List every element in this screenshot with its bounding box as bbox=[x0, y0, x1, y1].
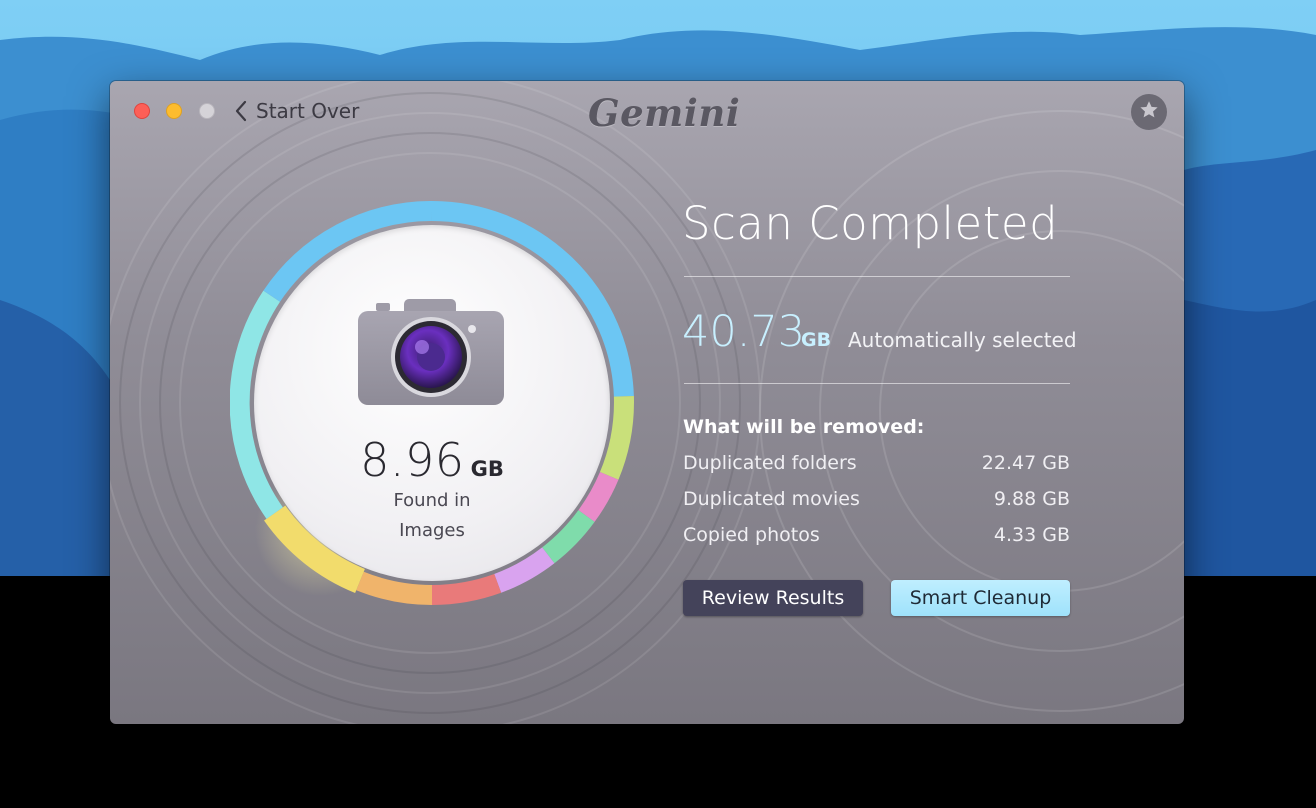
ring-segment-orange bbox=[356, 571, 433, 605]
removed-item-row: Duplicated folders 22.47 GB bbox=[683, 452, 1070, 474]
start-over-button[interactable]: Start Over bbox=[234, 97, 359, 125]
favorite-button[interactable] bbox=[1131, 94, 1167, 130]
star-icon bbox=[1138, 99, 1160, 125]
automatically-selected-label: Automatically selected bbox=[848, 328, 1077, 352]
chevron-left-icon bbox=[234, 100, 248, 122]
found-size-value: 8.96 bbox=[360, 433, 465, 487]
removed-item-row: Copied photos 4.33 GB bbox=[683, 524, 1070, 546]
total-size-unit: GB bbox=[801, 329, 832, 351]
camera-icon bbox=[356, 297, 506, 413]
removed-item-value: 22.47 GB bbox=[981, 452, 1070, 474]
close-window-button[interactable] bbox=[134, 103, 150, 119]
scan-completed-title: Scan Completed bbox=[682, 197, 1059, 250]
divider bbox=[684, 383, 1070, 384]
ring-segment-red bbox=[431, 573, 502, 605]
minimize-window-button[interactable] bbox=[166, 103, 182, 119]
found-in-label: Found in bbox=[393, 490, 471, 511]
removed-item-row: Duplicated movies 9.88 GB bbox=[683, 488, 1070, 510]
start-over-label: Start Over bbox=[256, 99, 360, 123]
found-category-label: Images bbox=[399, 520, 465, 541]
ring-segment-lime bbox=[599, 396, 634, 480]
zoom-window-button[interactable] bbox=[199, 103, 215, 119]
smart-cleanup-button[interactable]: Smart Cleanup bbox=[891, 580, 1070, 616]
app-window: Start Over Gemini 8.96 GB Found in Image… bbox=[110, 81, 1184, 724]
removed-item-label: Duplicated folders bbox=[683, 452, 857, 474]
removed-item-value: 4.33 GB bbox=[993, 524, 1070, 546]
removed-heading: What will be removed: bbox=[683, 416, 925, 438]
removed-item-label: Duplicated movies bbox=[683, 488, 860, 510]
total-size-value: 40.73 bbox=[682, 307, 806, 357]
review-results-button[interactable]: Review Results bbox=[683, 580, 863, 616]
app-logo: Gemini bbox=[588, 91, 741, 135]
found-size-unit: GB bbox=[470, 457, 504, 481]
removed-item-value: 9.88 GB bbox=[993, 488, 1070, 510]
found-size: 8.96 GB bbox=[254, 433, 610, 487]
removed-item-label: Copied photos bbox=[683, 524, 820, 546]
divider bbox=[684, 276, 1070, 277]
